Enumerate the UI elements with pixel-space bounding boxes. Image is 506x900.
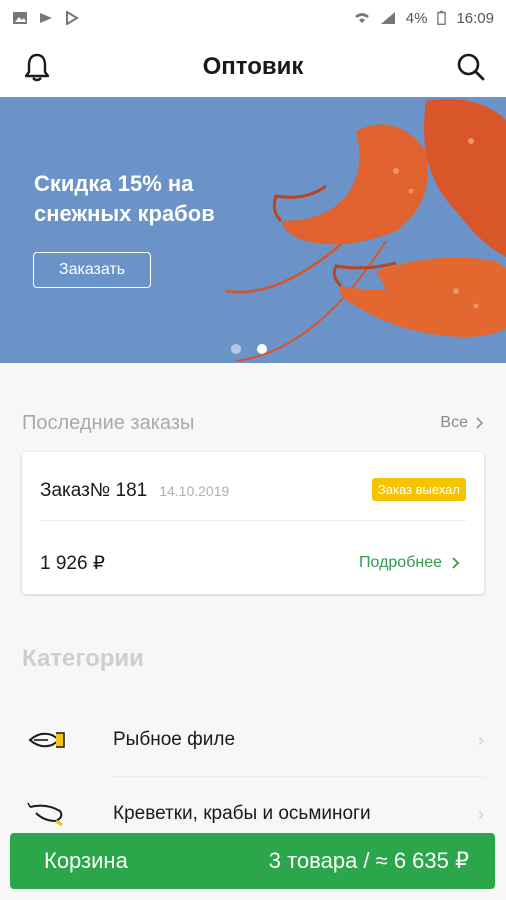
order-details-link[interactable]: Подробнее <box>359 554 460 572</box>
last-orders-title: Последние заказы <box>22 411 195 434</box>
status-bar: 4% 16:09 <box>0 0 506 36</box>
shrimp-icon <box>27 802 63 827</box>
lobster-image <box>226 99 506 361</box>
cart-summary: 3 товара / ≈ 6 635 ₽ <box>268 848 469 873</box>
order-card[interactable]: Заказ№ 181 14.10.2019 Заказ выехал 1 926… <box>22 452 484 594</box>
clock: 16:09 <box>456 9 494 27</box>
page-title: Оптовик <box>202 53 304 80</box>
promo-banner[interactable]: Скидка 15% на снежных крабов Заказать <box>0 97 506 363</box>
chevron-right-icon: › <box>478 803 484 824</box>
all-orders-label: Все <box>440 414 468 431</box>
order-price: 1 926 ₽ <box>40 553 105 574</box>
order-date: 14.10.2019 <box>159 483 230 499</box>
notifications-button[interactable] <box>20 50 54 84</box>
status-badge: Заказ выехал <box>371 478 466 501</box>
last-orders-header: Последние заказы Все <box>0 400 506 446</box>
cart-button[interactable]: Корзина 3 товара / ≈ 6 635 ₽ <box>10 833 495 889</box>
cart-label: Корзина <box>44 848 128 873</box>
battery-percent: 4% <box>405 9 428 27</box>
image-notification-icon <box>13 12 27 24</box>
play-notification-icon <box>40 13 52 23</box>
app-bar: Оптовик <box>0 36 506 98</box>
all-orders-link[interactable]: Все <box>440 414 484 432</box>
category-label: Рыбное филе <box>113 729 236 750</box>
order-number: Заказ№ 181 <box>40 480 148 501</box>
carousel-dot-active[interactable] <box>257 344 267 354</box>
divider <box>40 520 466 521</box>
chevron-right-icon <box>476 417 484 429</box>
carousel-dot[interactable] <box>231 344 241 354</box>
chevron-right-icon <box>452 557 460 569</box>
wifi-icon <box>354 13 369 23</box>
order-now-button[interactable]: Заказать <box>33 252 151 288</box>
order-header: Заказ№ 181 14.10.2019 <box>40 480 229 502</box>
battery-icon <box>437 10 447 25</box>
fish-fillet-icon <box>28 732 65 748</box>
categories-list: Рыбное филе › Креветки, крабы и осьминог… <box>0 703 506 851</box>
signal-icon <box>380 12 395 24</box>
search-button[interactable] <box>454 50 488 84</box>
search-icon <box>457 53 485 81</box>
bell-icon <box>24 53 50 82</box>
category-label: Креветки, крабы и осьминоги <box>113 803 371 824</box>
store-notification-icon <box>66 11 79 25</box>
order-details-label: Подробнее <box>359 554 442 571</box>
carousel-dots <box>231 344 267 354</box>
categories-title: Категории <box>22 645 144 672</box>
category-item-fish-fillet[interactable]: Рыбное филе › <box>0 703 506 777</box>
status-system: 4% 16:09 <box>354 10 494 27</box>
status-notifications <box>12 11 80 25</box>
chevron-right-icon: › <box>478 729 484 750</box>
